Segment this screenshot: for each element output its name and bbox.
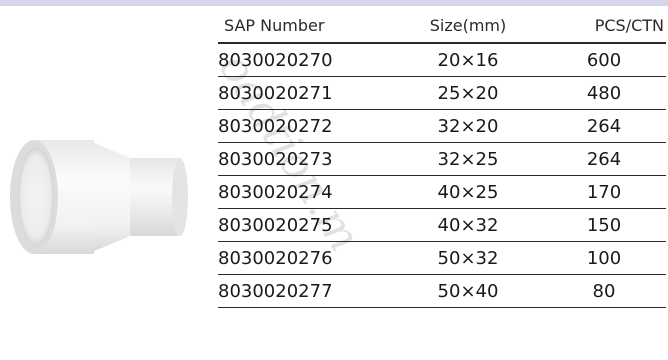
sap-number-cell: 8030020274: [218, 175, 394, 209]
size-cell: 40×25: [394, 175, 542, 209]
size-cell: 32×20: [394, 109, 542, 143]
pcs-cell: 80: [542, 274, 666, 308]
sap-number-cell: 8030020277: [218, 274, 394, 308]
table-row: 8030020274 40×25 170: [218, 175, 666, 209]
pcs-cell: 100: [542, 241, 666, 275]
table-row: 8030020270 20×16 600: [218, 42, 666, 77]
header-sap-number: SAP Number: [224, 15, 325, 35]
sap-number-cell: 8030020271: [218, 76, 394, 110]
table-row: 8030020276 50×32 100: [218, 241, 666, 275]
header-pcs-per-carton: PCS/CTN: [594, 15, 664, 35]
size-cell: 50×40: [394, 274, 542, 308]
size-cell: 40×32: [394, 208, 542, 242]
pcs-cell: 264: [542, 109, 666, 143]
table-row: 8030020277 50×40 80: [218, 274, 666, 308]
size-cell: 25×20: [394, 76, 542, 110]
size-cell: 50×32: [394, 241, 542, 275]
specification-table: SAP Number Size(mm) PCS/CTN 8030020270 2…: [218, 8, 666, 308]
table-row: 8030020272 32×20 264: [218, 109, 666, 143]
sap-number-cell: 8030020270: [218, 42, 394, 77]
pcs-cell: 480: [542, 76, 666, 110]
size-cell: 20×16: [394, 42, 542, 77]
pcs-cell: 600: [542, 42, 666, 77]
reducer-coupling-image: [10, 140, 188, 254]
table-row: 8030020275 40×32 150: [218, 208, 666, 242]
header-size: Size(mm): [429, 15, 507, 35]
sap-number-cell: 8030020275: [218, 208, 394, 242]
pcs-cell: 264: [542, 142, 666, 176]
sap-number-cell: 8030020276: [218, 241, 394, 275]
pcs-cell: 170: [542, 175, 666, 209]
sap-number-cell: 8030020272: [218, 109, 394, 143]
sap-number-cell: 8030020273: [218, 142, 394, 176]
table-row: 8030020271 25×20 480: [218, 76, 666, 110]
pcs-cell: 150: [542, 208, 666, 242]
table-row: 8030020273 32×25 264: [218, 142, 666, 176]
size-cell: 32×25: [394, 142, 542, 176]
table-header-row: SAP Number Size(mm) PCS/CTN: [218, 8, 666, 43]
